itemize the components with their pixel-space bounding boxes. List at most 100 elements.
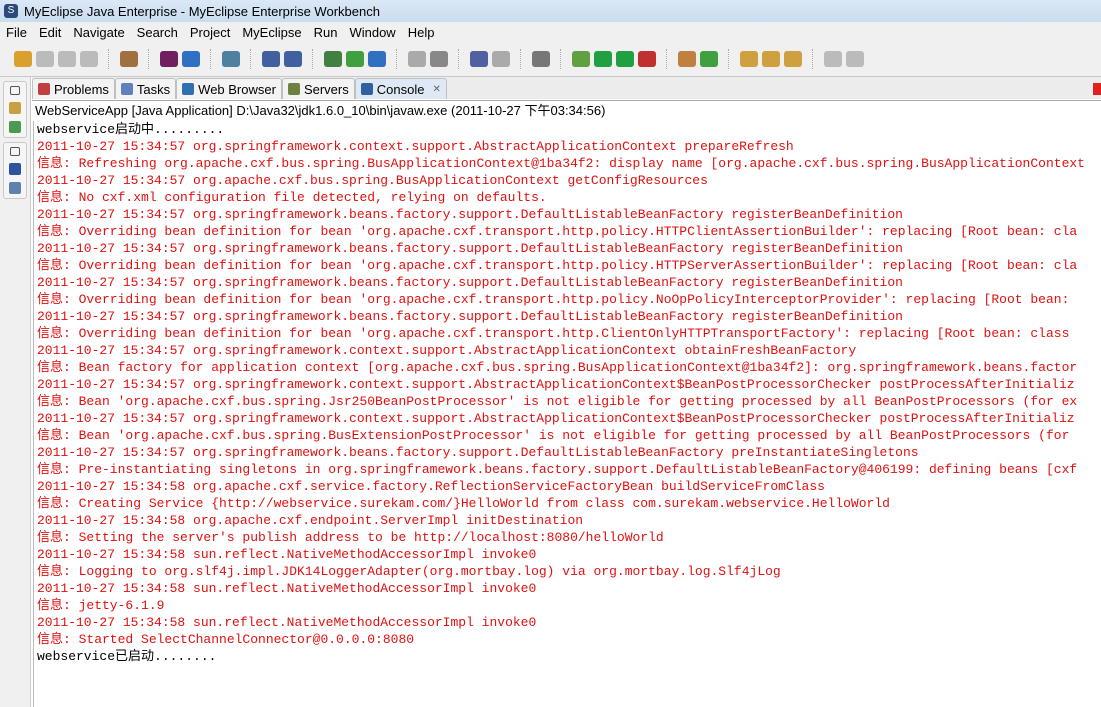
web-browser-icon — [182, 83, 195, 95]
tab-web-browser[interactable]: Web Browser — [176, 78, 282, 99]
console-line: 2011-10-27 15:34:57 org.springframework.… — [37, 445, 919, 460]
console-line: 信息: Creating Service {http://webservice.… — [37, 496, 890, 511]
toolbar-button-icon[interactable] — [346, 51, 364, 67]
properties-icon[interactable] — [9, 182, 21, 194]
restore-icon[interactable] — [10, 86, 20, 95]
console-line: 信息: Bean 'org.apache.cxf.bus.spring.Jsr2… — [37, 394, 1078, 409]
console-line: 信息: Refreshing org.apache.cxf.bus.spring… — [37, 156, 1085, 171]
console-line: 2011-10-27 15:34:57 org.springframework.… — [37, 139, 794, 154]
toolbar-separator — [396, 49, 398, 69]
console-line: 信息: Setting the server's publish address… — [37, 530, 664, 545]
window-title: MyEclipse Java Enterprise - MyEclipse En… — [24, 3, 380, 19]
toolbar-button-icon[interactable] — [284, 51, 302, 67]
image-view-icon[interactable] — [9, 163, 21, 175]
myeclipse-logo-icon: S — [4, 4, 18, 18]
toolbar-button-icon[interactable] — [36, 51, 54, 67]
console-line: 2011-10-27 15:34:58 org.apache.cxf.endpo… — [37, 513, 584, 528]
toolbar-button-icon[interactable] — [700, 51, 718, 67]
toolbar-button-icon[interactable] — [678, 51, 696, 67]
console-line: 2011-10-27 15:34:57 org.springframework.… — [37, 207, 903, 222]
console-line: 2011-10-27 15:34:58 sun.reflect.NativeMe… — [37, 581, 537, 596]
toolbar-separator — [728, 49, 730, 69]
left-trim-bar — [0, 77, 31, 707]
toolbar-button-icon[interactable] — [638, 51, 656, 67]
tab-label: Servers — [303, 81, 349, 97]
menu-search[interactable]: Search — [131, 25, 184, 40]
toolbar-button-icon[interactable] — [182, 51, 200, 67]
toolbar-separator — [148, 49, 150, 69]
console-line: 信息: Pre-instantiating singletons in org.… — [37, 462, 1078, 477]
console-line: 2011-10-27 15:34:57 org.springframework.… — [37, 275, 903, 290]
toolbar-button-icon[interactable] — [430, 51, 448, 67]
toolbar-separator — [250, 49, 252, 69]
console-output[interactable]: webservice启动中......... 2011-10-27 15:34:5… — [33, 121, 1101, 707]
outline-icon[interactable] — [9, 121, 21, 133]
menu-help[interactable]: Help — [402, 25, 441, 40]
hierarchy-icon[interactable] — [9, 102, 21, 114]
close-icon[interactable]: ✕ — [432, 84, 440, 95]
toolbar-button-icon[interactable] — [532, 51, 550, 67]
toolbar-button-icon[interactable] — [160, 51, 178, 67]
console-header: WebServiceApp [Java Application] D:\Java… — [32, 100, 1101, 121]
toolbar-button-icon[interactable] — [572, 51, 590, 67]
tab-tasks[interactable]: Tasks — [114, 78, 177, 99]
menu-edit[interactable]: Edit — [33, 25, 67, 40]
menu-window[interactable]: Window — [343, 25, 401, 40]
toolbar-separator — [560, 49, 562, 69]
toolbar-button-icon[interactable] — [14, 51, 32, 67]
menu-project[interactable]: Project — [184, 25, 236, 40]
tasks-icon — [120, 83, 133, 95]
toolbar-button-icon[interactable] — [262, 51, 280, 67]
console-line: 信息: Overriding bean definition for bean … — [37, 292, 1078, 307]
console-line: webservice启动中......... — [37, 122, 225, 137]
toolbar-button-icon[interactable] — [740, 51, 758, 67]
toolbar-separator — [520, 49, 522, 69]
toolbar-button-icon[interactable] — [368, 51, 386, 67]
menu-file[interactable]: File — [0, 25, 33, 40]
console-line: 信息: jetty-6.1.9 — [37, 598, 165, 613]
tab-servers[interactable]: Servers — [281, 78, 355, 99]
toolbar-button-icon[interactable] — [846, 51, 864, 67]
tab-label: Console — [376, 81, 425, 97]
toolbar-button-icon[interactable] — [594, 51, 612, 67]
toolbar-button-icon[interactable] — [408, 51, 426, 67]
toolbar-button-icon[interactable] — [616, 51, 634, 67]
tab-problems[interactable]: Problems — [32, 78, 115, 99]
toolbar-separator — [210, 49, 212, 69]
menu-myeclipse[interactable]: MyEclipse — [236, 25, 307, 40]
console-line: 信息: Logging to org.slf4j.impl.JDK14Logge… — [37, 564, 781, 579]
toolbar-button-icon[interactable] — [470, 51, 488, 67]
toolbar — [0, 42, 1101, 77]
view-tabs: Problems Tasks Web Browser Servers Console ✕ — [32, 77, 1101, 99]
toolbar-button-icon[interactable] — [824, 51, 842, 67]
toolbar-button-icon[interactable] — [222, 51, 240, 67]
problems-icon — [38, 83, 50, 95]
console-line: 信息: Overriding bean definition for bean … — [37, 258, 1078, 273]
toolbar-button-icon[interactable] — [324, 51, 342, 67]
toolbar-button-icon[interactable] — [492, 51, 510, 67]
console-line: 2011-10-27 15:34:58 sun.reflect.NativeMe… — [37, 547, 537, 562]
toolbar-button-icon[interactable] — [80, 51, 98, 67]
servers-icon — [287, 83, 300, 95]
console-line: 2011-10-27 15:34:58 sun.reflect.NativeMe… — [37, 615, 537, 630]
toolbar-separator — [312, 49, 314, 69]
toolbar-button-icon[interactable] — [784, 51, 802, 67]
menu-bar: File Edit Navigate Search Project MyEclipse Ru… — [0, 22, 1101, 42]
console-line: 2011-10-27 15:34:57 org.springframework.… — [37, 241, 903, 256]
tab-console[interactable]: Console ✕ — [354, 78, 447, 99]
restore-icon[interactable] — [10, 147, 20, 156]
terminate-icon[interactable] — [1093, 83, 1101, 95]
console-line: 2011-10-27 15:34:57 org.apache.cxf.bus.s… — [37, 173, 708, 188]
console-line: 信息: Bean 'org.apache.cxf.bus.spring.BusE… — [37, 428, 1078, 443]
toolbar-separator — [812, 49, 814, 69]
console-line: 信息: Overriding bean definition for bean … — [37, 224, 1078, 239]
menu-navigate[interactable]: Navigate — [67, 25, 130, 40]
toolbar-button-icon[interactable] — [762, 51, 780, 67]
console-line: 信息: Started SelectChannelConnector@0.0.0… — [37, 632, 415, 647]
menu-run[interactable]: Run — [308, 25, 344, 40]
console-line: 信息: Overriding bean definition for bean … — [37, 326, 1070, 341]
toolbar-button-icon[interactable] — [120, 51, 138, 67]
toolbar-button-icon[interactable] — [58, 51, 76, 67]
toolbar-separator — [458, 49, 460, 69]
toolbar-separator — [666, 49, 668, 69]
